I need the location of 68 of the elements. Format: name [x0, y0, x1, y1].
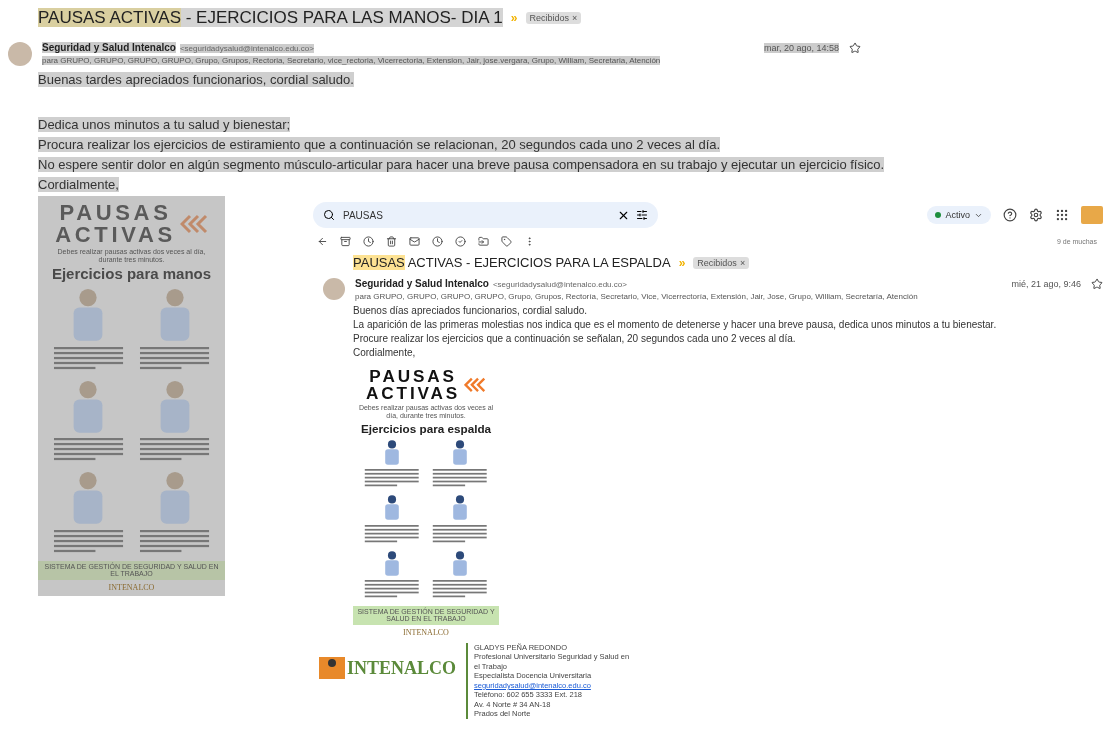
logo-figure-icon: [319, 656, 345, 679]
email-date: mar, 20 ago, 14:58: [763, 43, 839, 53]
body-text: Cordialmente,: [353, 347, 416, 358]
filter-icon[interactable]: [636, 209, 648, 221]
email-date: mié, 21 ago, 9:46: [1011, 279, 1081, 289]
label-remove-button[interactable]: ×: [739, 257, 746, 268]
importance-marker: »: [678, 255, 686, 270]
label-remove-button[interactable]: ×: [572, 13, 578, 23]
sender-email: <seguridadysalud@intenalco.edu.co>: [179, 44, 314, 53]
check-circle-icon[interactable]: [455, 236, 466, 247]
sender-name: Seguridad y Salud Intenalco: [42, 42, 176, 53]
sender-email: <seguridadysalud@intenalco.edu.co>: [492, 280, 627, 289]
chevrons-icon: [464, 377, 486, 393]
exercise-text-drawing: [52, 529, 124, 555]
body-text: Buenos días apreciados funcionarios, cordial saludo.: [353, 305, 588, 316]
body-text: Procura realizar los ejercicios de estiramiento que a continuación se relacionan, 20 segundos cada uno 2 veces al día.: [38, 137, 721, 152]
help-icon[interactable]: [1003, 208, 1017, 222]
body-text: Buenas tardes apreciados funcionarios, cordial saludo.: [38, 72, 354, 87]
body-text: No espere sentir dolor en algún segmento músculo-articular para hacer una breve pausa compensadora en su trabajo y ejecutar un ejercicio físico.: [38, 157, 885, 172]
recipients-text: para GRUPO, GRUPO, GRUPO, GRUPO, Grupo, Grupos, Rectoria, Secretario, vice_rectoria, Vicerrectoria, Extension, Jair, jose.vergara, Grupo, William, Secretaria, Atención: [42, 56, 661, 65]
search-bar[interactable]: PAUSAS: [313, 202, 658, 228]
poster-title: ACTIVAS: [55, 224, 176, 246]
exercise-text-drawing: [364, 580, 420, 600]
search-icon: [323, 209, 335, 221]
archive-icon[interactable]: [340, 236, 351, 247]
star-icon[interactable]: [1091, 278, 1103, 290]
exercise-text-drawing: [364, 468, 420, 489]
mail-icon[interactable]: [409, 236, 420, 247]
apps-icon[interactable]: [1055, 208, 1069, 222]
exercise-text-drawing: [432, 524, 488, 544]
poster-brand: INTENALCO: [108, 583, 155, 593]
email-subject: PAUSAS ACTIVAS - EJERCICIOS PARA LA ESPALDA: [353, 255, 671, 270]
clock-icon[interactable]: [432, 236, 443, 247]
intenalco-logo: INTENALCO: [319, 656, 457, 679]
poster-title: PAUSAS: [369, 368, 457, 386]
body-text: Procure realizar los ejercicios que a continuación se señalan, 20 segundos cada uno 2 veces al día.: [353, 333, 796, 344]
poster-brand: INTENALCO: [403, 627, 449, 637]
sender-name: Seguridad y Salud Intenalco: [355, 278, 489, 289]
poster-title: ACTIVAS: [366, 385, 461, 403]
exercise-text-drawing: [139, 529, 211, 555]
inbox-label[interactable]: Recibidos ×: [693, 256, 750, 269]
body-text: La aparición de las primeras molestias nos indica que es el momento de detenerse y hacer una breve pausa, dedica unos minutos a tu bienestar.: [353, 319, 997, 330]
trash-icon[interactable]: [386, 236, 397, 247]
settings-icon[interactable]: [1029, 208, 1043, 222]
recipients-text: para GRUPO, GRUPO, GRUPO, GRUPO, Grupo, Grupos, Rectoría, Secretario, Vice, Vicerrectoría, Extensión, Jair, Jose, Grupo, William, Secretaría, Atención: [355, 292, 918, 301]
search-input[interactable]: PAUSAS: [341, 208, 611, 222]
exercise-text-drawing: [139, 346, 211, 372]
back-arrow-icon[interactable]: [317, 236, 328, 247]
exercise-text-drawing: [432, 468, 488, 489]
status-chip[interactable]: Activo: [927, 206, 991, 224]
avatar: [8, 42, 32, 66]
chevrons-icon: [179, 214, 208, 234]
poster-heading: Ejercicios para espalda: [360, 421, 492, 435]
poster-title: PAUSAS: [59, 202, 172, 224]
star-icon[interactable]: [849, 42, 861, 54]
exercise-text-drawing: [52, 346, 124, 372]
avatar: [323, 278, 345, 300]
body-text: Cordialmente,: [38, 177, 119, 192]
clock-icon[interactable]: [363, 236, 374, 247]
poster-heading: Ejercicios para manos: [51, 265, 212, 283]
body-text: Dedica unos minutos a tu salud y bienestar;: [38, 117, 291, 132]
importance-marker: »: [510, 11, 518, 25]
email-subject: PAUSAS ACTIVAS - EJERCICIOS PARA LAS MANOS- DIA 1: [38, 8, 503, 28]
inbox-label[interactable]: Recibidos ×: [525, 12, 582, 24]
exercise-text-drawing: [432, 580, 488, 600]
folder-icon[interactable]: [478, 236, 489, 247]
exercise-text-drawing: [364, 524, 420, 544]
tag-icon[interactable]: [501, 236, 512, 247]
